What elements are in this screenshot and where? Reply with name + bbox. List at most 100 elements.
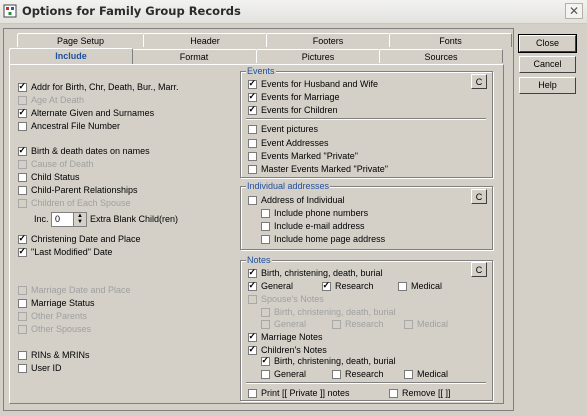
checkbox-notes-medical[interactable]: Medical [398, 281, 442, 292]
checkbox-box[interactable] [261, 209, 270, 218]
checkbox-age-at-death[interactable]: Age At Death [18, 95, 84, 106]
checkbox-box[interactable] [261, 320, 270, 329]
addresses-c-button[interactable]: C [471, 189, 487, 204]
checkbox-last-modified[interactable]: "Last Modified" Date [18, 246, 112, 258]
extra-children-stepper[interactable]: 0 ▲ ▼ [51, 212, 87, 227]
checkbox-marriage-date[interactable]: Marriage Date and Place [18, 285, 131, 296]
checkbox-box[interactable] [404, 370, 413, 379]
checkbox-events-private[interactable]: Events Marked "Private" [248, 151, 358, 162]
checkbox-box[interactable] [18, 364, 27, 373]
checkbox-box[interactable] [261, 308, 270, 317]
checkbox-box[interactable] [18, 173, 27, 182]
tab-pictures[interactable]: Pictures [256, 49, 380, 63]
checkbox-box[interactable] [18, 81, 27, 92]
tab-format[interactable]: Format [131, 49, 257, 63]
checkbox-children-bcdb[interactable]: Birth, christening, death, burial [261, 355, 396, 367]
checkbox-user-id[interactable]: User ID [18, 363, 62, 374]
checkbox-other-parents[interactable]: Other Parents [18, 311, 87, 322]
tab-sources[interactable]: Sources [379, 49, 503, 63]
checkbox-box[interactable] [248, 295, 257, 304]
checkbox-box[interactable] [18, 246, 27, 257]
checkbox-box[interactable] [18, 145, 27, 156]
tab-header[interactable]: Header [143, 33, 267, 47]
checkbox-box[interactable] [261, 355, 270, 366]
checkbox-box[interactable] [18, 325, 27, 334]
checkbox-alternate-names[interactable]: Alternate Given and Surnames [18, 107, 154, 119]
checkbox-box[interactable] [261, 370, 270, 379]
checkbox-box[interactable] [18, 107, 27, 118]
checkbox-child-parent-relationships[interactable]: Child-Parent Relationships [18, 185, 138, 196]
checkbox-children-general[interactable]: General [261, 369, 306, 380]
checkbox-box[interactable] [261, 235, 270, 244]
checkbox-master-events-private[interactable]: Master Events Marked "Private" [248, 164, 388, 175]
checkbox-box[interactable] [18, 312, 27, 321]
checkbox-box[interactable] [248, 152, 257, 161]
checkbox-home-page[interactable]: Include home page address [261, 234, 385, 245]
checkbox-box[interactable] [248, 139, 257, 148]
checkbox-box[interactable] [261, 222, 270, 231]
checkbox-box[interactable] [18, 186, 27, 195]
checkbox-notes-bcdb[interactable]: Birth, christening, death, burial [248, 267, 383, 279]
checkbox-box[interactable] [248, 389, 257, 398]
checkbox-box[interactable] [18, 299, 27, 308]
stepper-arrows[interactable]: ▲ ▼ [73, 213, 86, 226]
help-button[interactable]: Help [519, 77, 576, 94]
checkbox-children-research[interactable]: Research [332, 369, 384, 380]
checkbox-box[interactable] [248, 125, 257, 134]
tab-fonts[interactable]: Fonts [389, 33, 512, 47]
checkbox-spouse-bcdb[interactable]: Birth, christening, death, burial [261, 307, 396, 318]
checkbox-email-address[interactable]: Include e-mail address [261, 221, 365, 232]
checkbox-box[interactable] [332, 320, 341, 329]
checkbox-events-marriage[interactable]: Events for Marriage [248, 91, 340, 103]
checkbox-box[interactable] [18, 199, 27, 208]
checkbox-children-medical[interactable]: Medical [404, 369, 448, 380]
checkbox-box[interactable] [248, 344, 257, 355]
checkbox-ancestral-file-number[interactable]: Ancestral File Number [18, 121, 120, 132]
checkbox-event-pictures[interactable]: Event pictures [248, 124, 318, 135]
checkbox-spouse-medical[interactable]: Medical [404, 319, 448, 330]
checkbox-phone-numbers[interactable]: Include phone numbers [261, 208, 368, 219]
events-c-button[interactable]: C [471, 74, 487, 89]
checkbox-notes-research[interactable]: Research [322, 280, 374, 292]
checkbox-rins-mrins[interactable]: RINs & MRINs [18, 350, 90, 361]
checkbox-box[interactable] [18, 286, 27, 295]
checkbox-addr-events[interactable]: Addr for Birth, Chr, Death, Bur., Marr. [18, 81, 179, 93]
checkbox-address-individual[interactable]: Address of Individual [248, 195, 345, 206]
checkbox-cause-of-death[interactable]: Cause of Death [18, 159, 94, 170]
close-button[interactable]: Close [518, 34, 577, 53]
checkbox-notes-general[interactable]: General [248, 280, 293, 292]
checkbox-box[interactable] [248, 104, 257, 115]
stepper-down-icon[interactable]: ▼ [74, 219, 86, 225]
checkbox-birth-death-dates[interactable]: Birth & death dates on names [18, 145, 150, 157]
checkbox-box[interactable] [398, 282, 407, 291]
notes-c-button[interactable]: C [471, 262, 487, 277]
checkbox-spouse-notes[interactable]: Spouse's Notes [248, 294, 324, 305]
checkbox-box[interactable] [404, 320, 413, 329]
checkbox-box[interactable] [389, 389, 398, 398]
checkbox-spouse-general[interactable]: General [261, 319, 306, 330]
checkbox-child-status[interactable]: Child Status [18, 172, 80, 183]
checkbox-box[interactable] [248, 78, 257, 89]
checkbox-spouse-research[interactable]: Research [332, 319, 384, 330]
tab-page-setup[interactable]: Page Setup [17, 33, 144, 47]
checkbox-events-husband-wife[interactable]: Events for Husband and Wife [248, 78, 378, 90]
checkbox-print-private-notes[interactable]: Print [[ Private ]] notes [248, 388, 350, 399]
checkbox-christening[interactable]: Christening Date and Place [18, 233, 141, 245]
checkbox-box[interactable] [18, 96, 27, 105]
checkbox-box[interactable] [18, 351, 27, 360]
checkbox-box[interactable] [18, 160, 27, 169]
checkbox-box[interactable] [248, 91, 257, 102]
tab-footers[interactable]: Footers [266, 33, 390, 47]
checkbox-box[interactable] [248, 280, 257, 291]
checkbox-events-children[interactable]: Events for Children [248, 104, 338, 116]
checkbox-box[interactable] [248, 331, 257, 342]
checkbox-childrens-notes[interactable]: Children's Notes [248, 344, 327, 356]
checkbox-remove-brackets[interactable]: Remove [[ ]] [389, 388, 451, 399]
checkbox-box[interactable] [248, 267, 257, 278]
checkbox-box[interactable] [18, 233, 27, 244]
checkbox-children-of-each-spouse[interactable]: Children of Each Spouse [18, 198, 131, 209]
checkbox-marriage-status[interactable]: Marriage Status [18, 298, 95, 309]
checkbox-box[interactable] [248, 196, 257, 205]
checkbox-box[interactable] [322, 280, 331, 291]
checkbox-marriage-notes[interactable]: Marriage Notes [248, 331, 323, 343]
